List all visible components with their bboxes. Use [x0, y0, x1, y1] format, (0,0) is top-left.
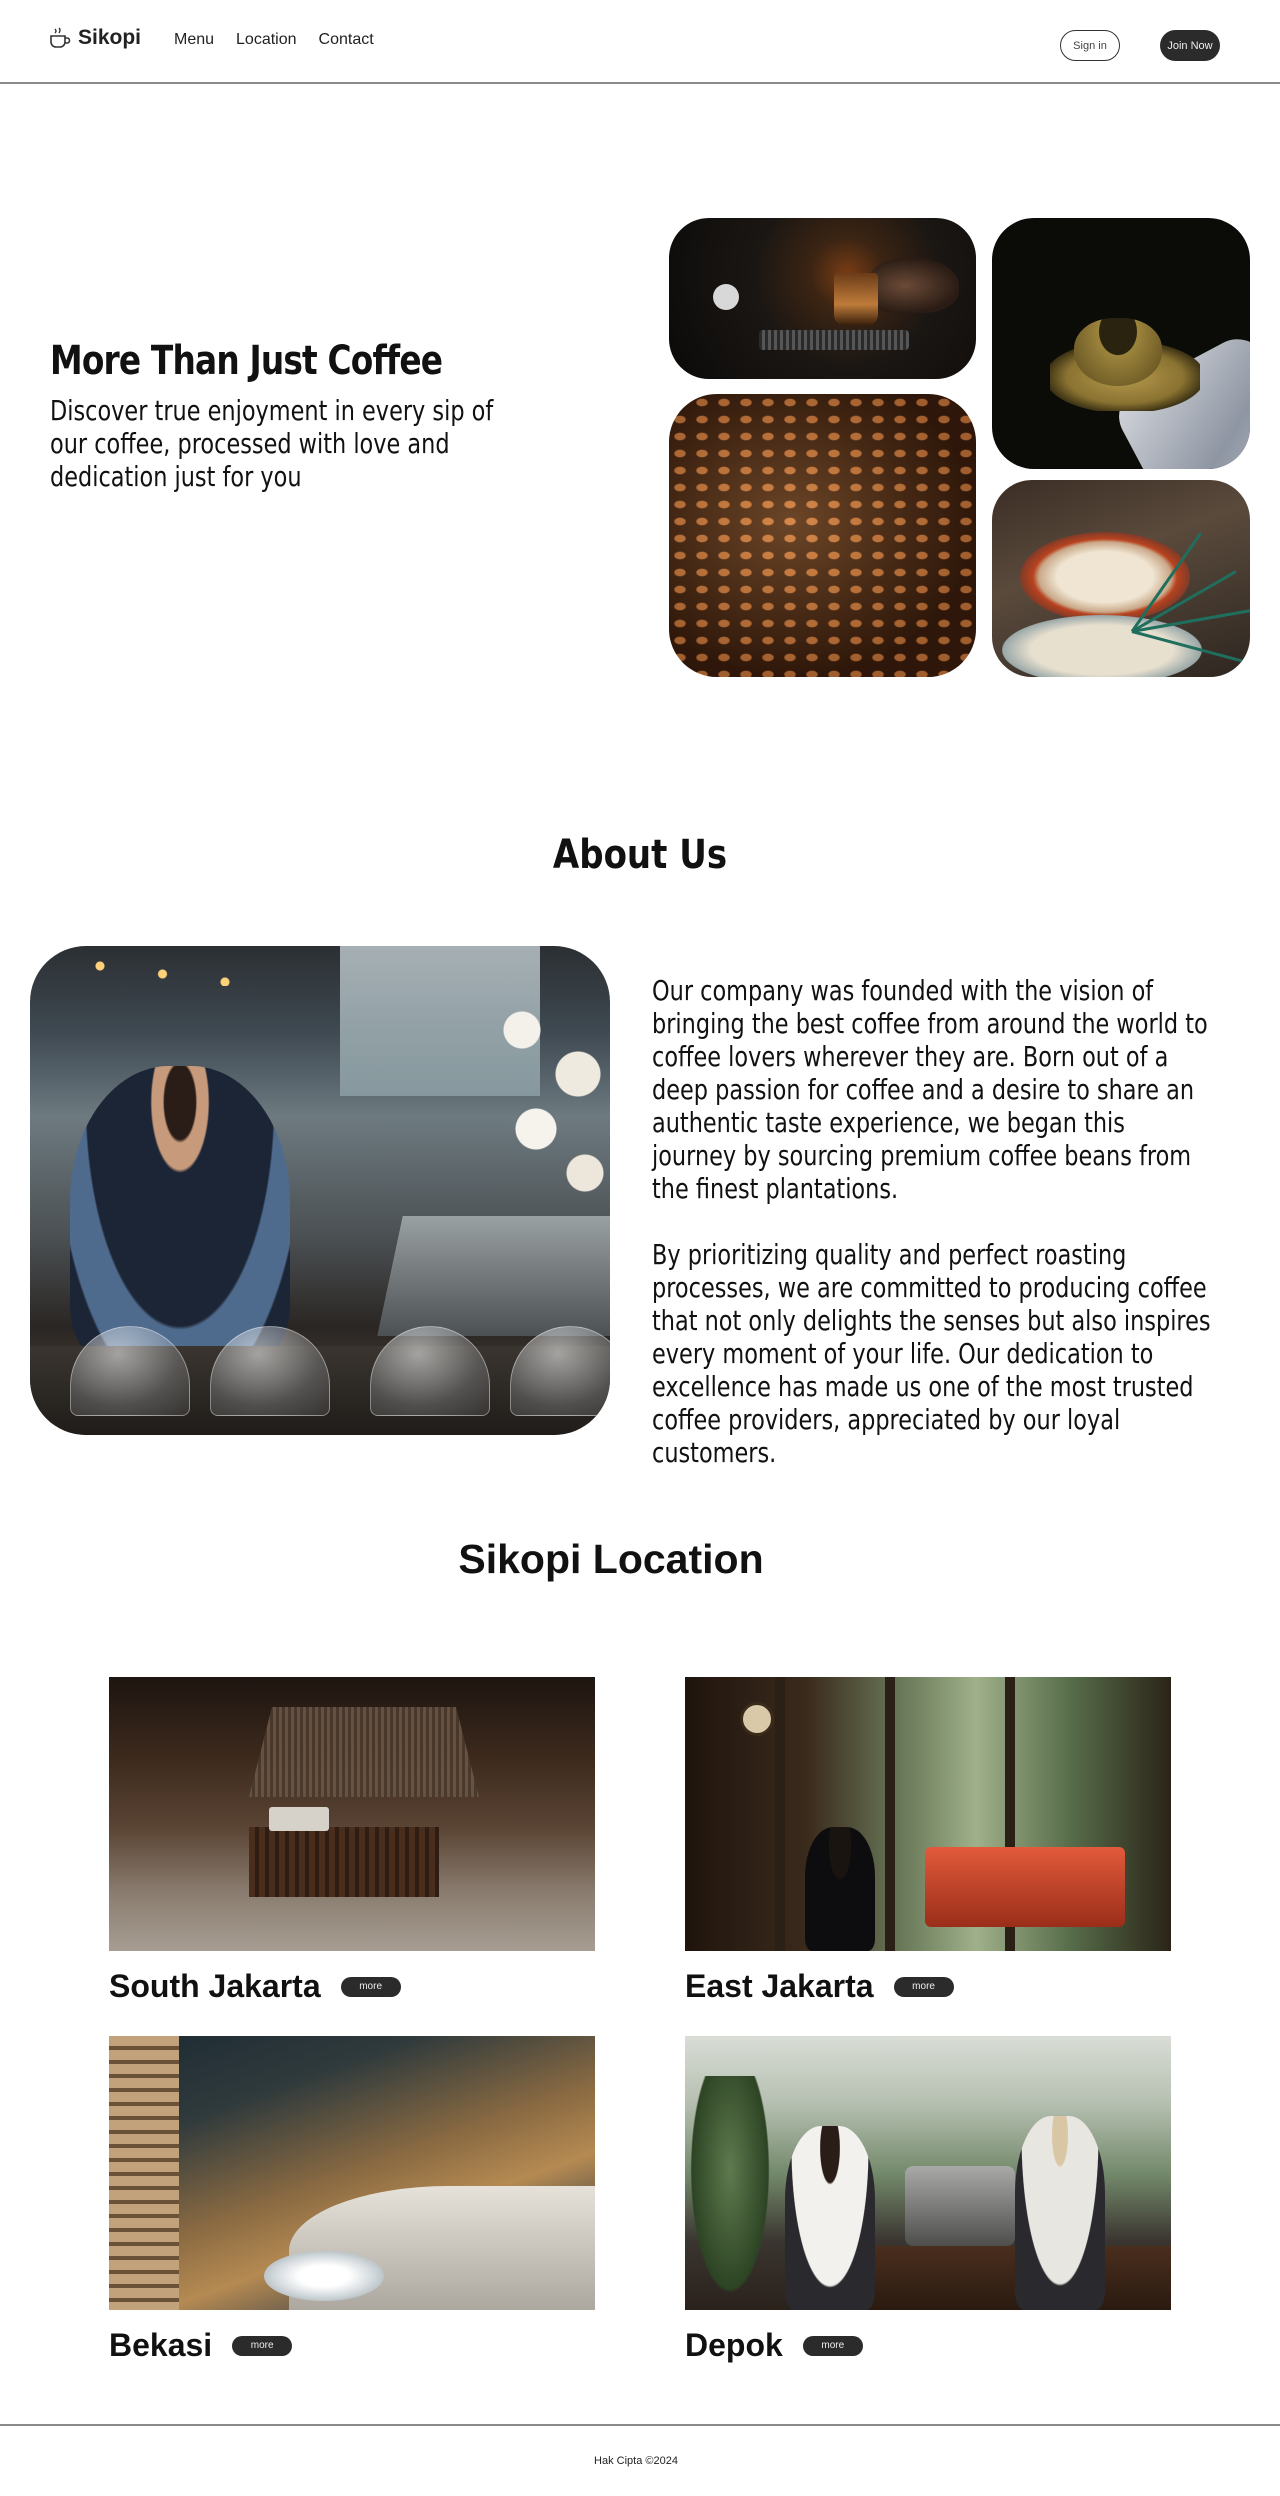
more-button[interactable]: more — [893, 1976, 954, 1997]
join-now-button[interactable]: Join Now — [1160, 30, 1220, 61]
hero-title: More Than Just Coffee — [50, 338, 443, 384]
locations-title: Sikopi Location — [458, 1536, 764, 1582]
location-photo — [685, 1677, 1171, 1951]
location-card-bekasi: Bekasi more — [109, 2036, 595, 2363]
nav-link-contact[interactable]: Contact — [319, 31, 374, 49]
location-card-east-jakarta: East Jakarta more — [685, 1677, 1171, 2004]
espresso-machine-image — [669, 218, 976, 379]
logo[interactable]: Sikopi — [48, 26, 141, 50]
nav-link-location[interactable]: Location — [236, 31, 297, 49]
coffee-cup-image — [992, 218, 1250, 469]
coffee-beans-image — [669, 394, 976, 677]
location-card-depok: Depok more — [685, 2036, 1171, 2363]
footer-copyright: Hak Cipta ©2024 — [594, 2455, 678, 2467]
location-photo — [109, 1677, 595, 1951]
nav-links: Menu Location Contact — [174, 31, 374, 49]
about-title: About Us — [552, 832, 728, 878]
hero-subtitle: Discover true enjoyment in every sip of … — [50, 394, 494, 493]
footer-divider — [0, 2424, 1280, 2426]
coffee-cup-icon — [50, 27, 71, 48]
location-photo — [685, 2036, 1171, 2310]
more-button[interactable]: more — [802, 2335, 863, 2356]
more-button[interactable]: more — [340, 1976, 401, 1997]
location-photo — [109, 2036, 595, 2310]
about-text: Our company was founded with the vision … — [652, 974, 1212, 1469]
location-name: Bekasi — [109, 2327, 213, 2363]
coffee-harvest-basket-image — [992, 480, 1250, 677]
barista-kitchen-image — [30, 946, 610, 1435]
location-name: Depok — [685, 2327, 783, 2363]
location-name: South Jakarta — [109, 1968, 321, 2004]
top-navbar: Sikopi Menu Location Contact Sign in Joi… — [0, 0, 1280, 84]
location-name: East Jakarta — [685, 1968, 874, 2004]
sign-in-button[interactable]: Sign in — [1060, 30, 1120, 61]
location-card-south-jakarta: South Jakarta more — [109, 1677, 595, 2004]
nav-link-menu[interactable]: Menu — [174, 31, 214, 49]
more-button[interactable]: more — [232, 2335, 293, 2356]
logo-text: Sikopi — [78, 26, 142, 49]
about-paragraph-2: By prioritizing quality and perfect roas… — [652, 1238, 1211, 1469]
about-paragraph-1: Our company was founded with the vision … — [652, 974, 1208, 1205]
